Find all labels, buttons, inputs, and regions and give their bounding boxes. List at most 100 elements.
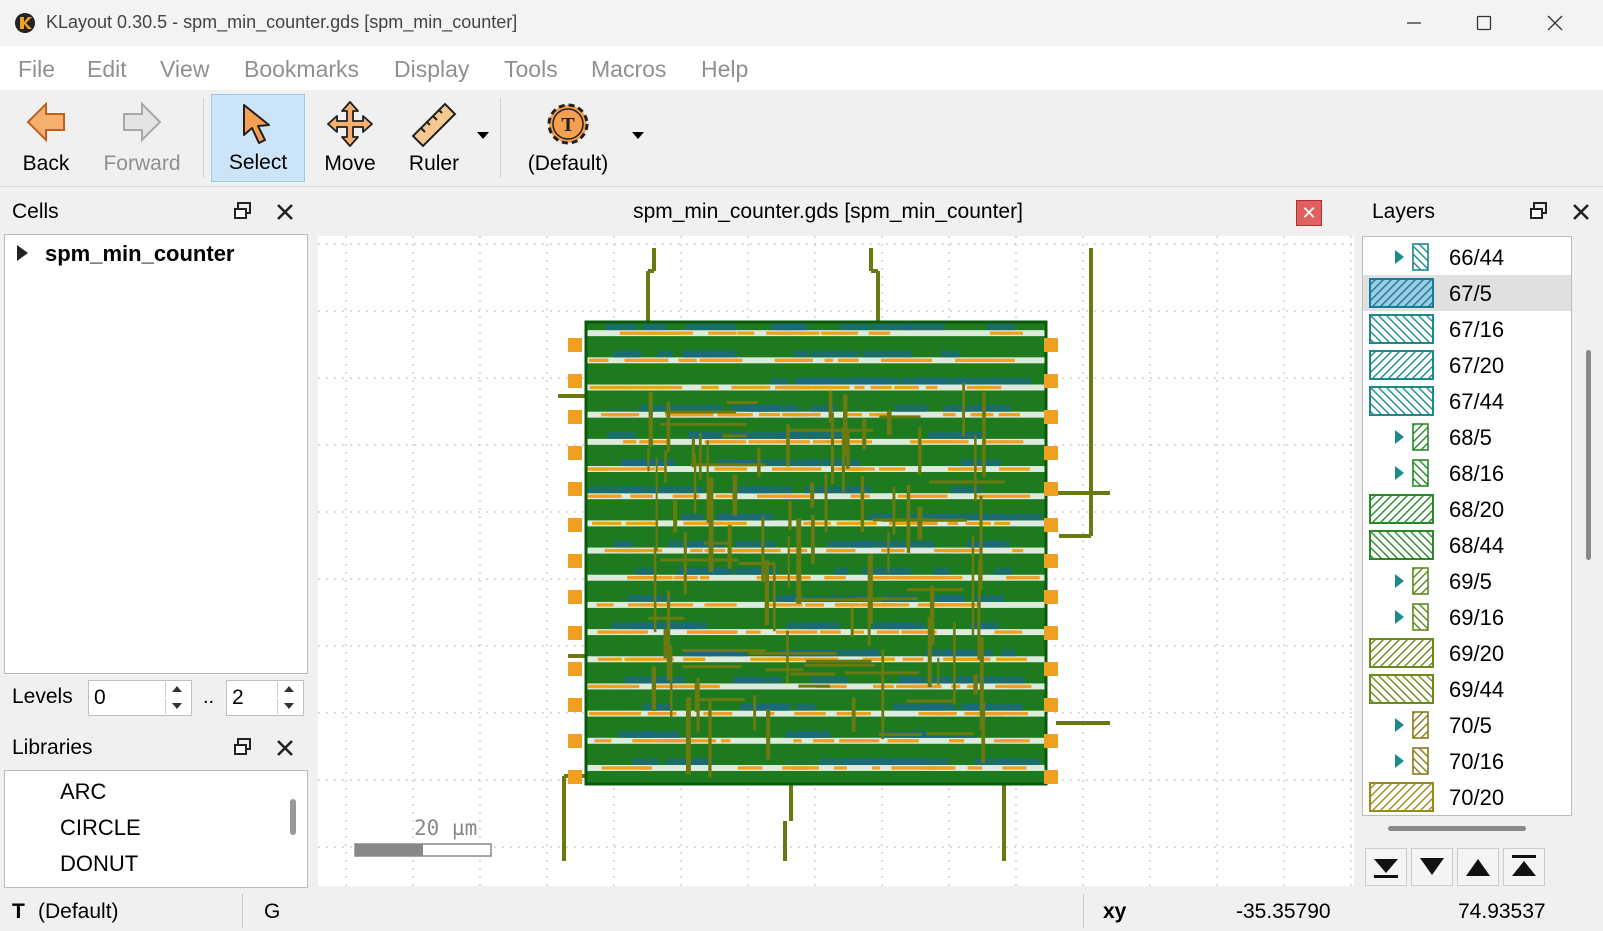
layer-name: 68/5 [1449, 425, 1492, 450]
ruler-dropdown-arrow[interactable] [477, 132, 489, 139]
spin-up-icon[interactable] [165, 682, 188, 697]
view-tab-header: spm_min_counter.gds [spm_min_counter] ✕ [318, 190, 1338, 234]
menu-edit[interactable]: Edit [87, 56, 127, 83]
layer-group-swatch-icon [1395, 567, 1429, 595]
layer-name: 69/16 [1449, 605, 1505, 630]
menu-file[interactable]: File [18, 56, 55, 83]
layer-row[interactable]: 70/5 [1363, 707, 1571, 743]
layer-row[interactable]: 68/5 [1363, 419, 1571, 455]
layer-group-swatch-icon [1395, 711, 1429, 739]
maximize-button[interactable] [1462, 6, 1506, 40]
ruler-icon [411, 102, 457, 148]
layers-panel-title: Layers [1372, 200, 1436, 223]
text-gear-icon: T [547, 103, 589, 145]
float-panel-icon[interactable] [1529, 201, 1549, 221]
close-panel-icon[interactable] [1572, 203, 1590, 221]
layer-name: 66/44 [1449, 245, 1505, 270]
back-label: Back [22, 152, 70, 175]
default-mode-button[interactable]: T (Default) [516, 94, 620, 182]
float-panel-icon[interactable] [233, 737, 253, 757]
layer-row[interactable]: 69/16 [1363, 599, 1571, 635]
library-item[interactable]: CIRCLE [60, 815, 141, 841]
libraries-panel-title: Libraries [12, 736, 93, 759]
levels-separator: .. [203, 686, 215, 708]
layer-row[interactable]: 68/20 [1363, 491, 1571, 527]
move-layer-bottom-button[interactable] [1365, 848, 1407, 886]
core-cells [584, 320, 1048, 786]
cell-tree-item[interactable]: spm_min_counter [45, 241, 235, 267]
levels-label: Levels [12, 685, 73, 708]
float-panel-icon[interactable] [233, 201, 253, 221]
coord-y: 74.93537 [1458, 900, 1546, 923]
menu-tools[interactable]: Tools [504, 56, 558, 83]
layer-swatch-icon [1369, 386, 1434, 416]
layer-swatch-icon [1369, 638, 1434, 668]
menu-view[interactable]: View [160, 56, 209, 83]
close-view-button[interactable]: ✕ [1296, 200, 1322, 226]
select-cursor-icon [243, 104, 270, 144]
move-layer-down-button[interactable] [1411, 848, 1453, 886]
library-item[interactable]: ARC [60, 779, 106, 805]
levels-from-spinbox[interactable]: 0 [88, 680, 192, 716]
scale-bar-label: 20 µm [414, 816, 478, 840]
spin-up-icon[interactable] [277, 682, 300, 697]
layer-row[interactable]: 67/20 [1363, 347, 1571, 383]
close-window-button[interactable] [1533, 6, 1577, 40]
layer-row[interactable]: 69/5 [1363, 563, 1571, 599]
forward-label: Forward [103, 152, 181, 175]
menu-macros[interactable]: Macros [591, 56, 666, 83]
library-list[interactable]: ARC CIRCLE DONUT [4, 770, 308, 888]
select-button[interactable]: Select [211, 94, 305, 182]
layer-swatch-icon [1369, 674, 1434, 704]
move-layer-up-button[interactable] [1457, 848, 1499, 886]
main-toolbar: Back Forward Select Move Ruler T (Defaul… [0, 90, 1603, 187]
ruler-button[interactable]: Ruler [396, 94, 472, 182]
close-panel-icon[interactable] [276, 203, 294, 221]
close-panel-icon[interactable] [276, 739, 294, 757]
cell-tree[interactable]: spm_min_counter [4, 234, 308, 674]
layer-row[interactable]: 68/44 [1363, 527, 1571, 563]
layer-name: 70/5 [1449, 713, 1492, 738]
layer-row[interactable]: 68/16 [1363, 455, 1571, 491]
layer-row[interactable]: 69/20 [1363, 635, 1571, 671]
library-item[interactable]: DONUT [60, 851, 138, 877]
forward-button[interactable]: Forward [96, 94, 188, 182]
layer-group-swatch-icon [1395, 747, 1429, 775]
spin-down-icon[interactable] [277, 699, 300, 714]
move-button[interactable]: Move [310, 94, 390, 182]
levels-to-spinbox[interactable]: 2 [226, 680, 304, 716]
arrow-top-icon [1512, 855, 1536, 876]
layout-drawing[interactable] [318, 236, 1354, 886]
layer-list[interactable]: 66/44 67/5 67/16 67/20 67/44 68/5 68/16 68/20 68… [1362, 236, 1572, 816]
layer-list-scrollbar[interactable] [1586, 350, 1591, 560]
svg-text:T: T [561, 114, 575, 136]
back-button[interactable]: Back [8, 94, 84, 182]
menu-help[interactable]: Help [701, 56, 748, 83]
layer-row[interactable]: 67/44 [1363, 383, 1571, 419]
layer-row[interactable]: 67/16 [1363, 311, 1571, 347]
layer-name: 68/44 [1449, 533, 1505, 558]
ruler-label: Ruler [408, 152, 460, 175]
window-title: KLayout 0.30.5 - spm_min_counter.gds [sp… [46, 12, 518, 32]
menu-display[interactable]: Display [394, 56, 469, 83]
move-layer-top-button[interactable] [1503, 848, 1545, 886]
layer-row[interactable]: 70/20 [1363, 779, 1571, 815]
layer-list-hscrollbar[interactable] [1388, 826, 1526, 831]
cells-panel-title: Cells [12, 200, 59, 223]
layer-row[interactable]: 70/16 [1363, 743, 1571, 779]
expand-triangle-icon[interactable] [17, 245, 28, 261]
back-arrow-icon [26, 101, 65, 143]
menu-bookmarks[interactable]: Bookmarks [244, 56, 359, 83]
library-scrollbar[interactable] [290, 799, 296, 835]
layer-swatch-icon [1369, 314, 1434, 344]
grid-indicator: G [264, 900, 281, 923]
layer-name: 67/5 [1449, 281, 1492, 306]
layout-canvas[interactable]: 20 µm [318, 236, 1354, 886]
minimize-button[interactable] [1392, 6, 1436, 40]
layer-row[interactable]: 66/44 [1363, 239, 1571, 275]
layer-name: 69/44 [1449, 677, 1505, 702]
spin-down-icon[interactable] [165, 699, 188, 714]
default-mode-dropdown-arrow[interactable] [632, 132, 644, 139]
layer-row[interactable]: 67/5 [1363, 275, 1571, 311]
layer-row[interactable]: 69/44 [1363, 671, 1571, 707]
